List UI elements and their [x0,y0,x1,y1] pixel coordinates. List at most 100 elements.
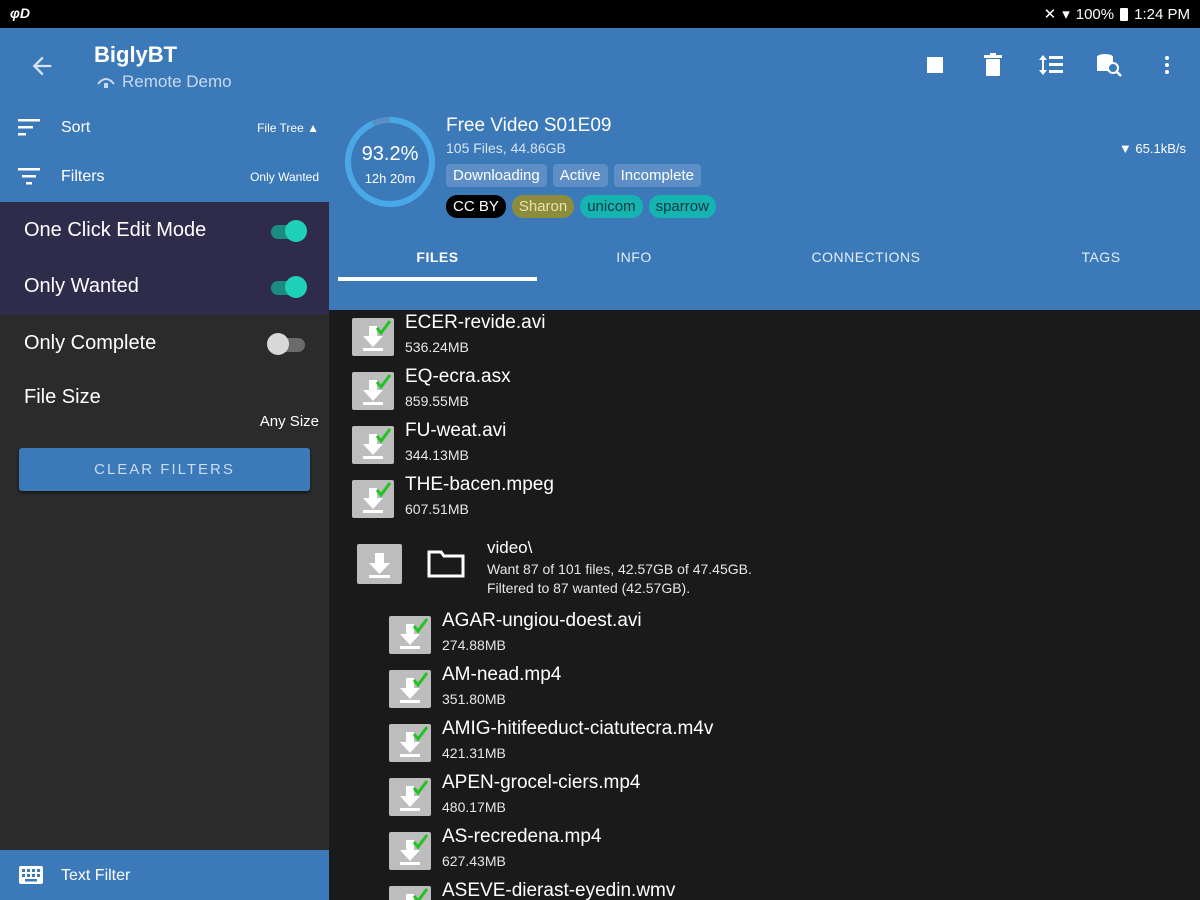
sort-label: Sort [61,119,91,136]
progress-percent: 93.2% [361,143,419,165]
remote-icon [97,78,115,88]
torrent-name: Free Video S01E09 [446,115,612,136]
one-click-edit-label: One Click Edit Mode [24,219,207,241]
file-size-value: Any Size [259,413,319,430]
tab-files[interactable]: FILES [338,249,537,265]
battery-icon [1120,7,1129,21]
download-check-icon [363,374,392,405]
tag-chip-unicom[interactable]: unicom [580,195,643,218]
download-check-icon [400,672,429,703]
back-button[interactable] [28,52,56,80]
wanted-toggle[interactable] [352,372,394,410]
more-options-button[interactable] [1152,50,1182,80]
download-check-icon [400,780,429,811]
file-name: ECER-revide.avi [405,312,546,333]
only-wanted-switch[interactable] [267,275,307,298]
folder-filter-summary: Filtered to 87 wanted (42.57GB). [487,580,691,596]
filters-value: Only Wanted [250,170,319,184]
stop-button[interactable] [920,50,950,80]
only-wanted-label: Only Wanted [24,275,139,297]
only-complete-switch[interactable] [267,332,307,355]
clear-filters-button[interactable]: CLEAR FILTERS [19,448,310,491]
app-subtitle: Remote Demo [96,72,232,92]
file-row[interactable]: APEN-grocel-ciers.mp4 480.17MB [389,770,1169,824]
wifi-icon: ▾ [1062,6,1070,23]
file-size: 274.88MB [442,637,506,653]
one-click-edit-switch[interactable] [267,219,307,242]
more-vert-icon [1165,56,1169,74]
remote-label: Remote Demo [122,72,232,91]
file-size-row[interactable]: File Size Any Size [0,385,329,445]
eta-label: 12h 20m [364,171,416,186]
filters-row[interactable]: Filters Only Wanted [0,152,329,201]
file-row[interactable]: AM-nead.mp4 351.80MB [389,662,1169,716]
file-row[interactable]: AS-recredena.mp4 627.43MB [389,824,1169,878]
tab-connections[interactable]: CONNECTIONS [766,249,966,265]
download-icon [369,553,390,578]
file-name: APEN-grocel-ciers.mp4 [442,772,641,793]
text-filter-label: Text Filter [61,867,131,884]
tag-chip-cc-by[interactable]: CC BY [446,195,506,218]
wanted-toggle[interactable] [389,778,431,816]
status-right: ✕ ▾ 100% 1:24 PM [1044,5,1190,24]
wanted-toggle[interactable] [352,426,394,464]
file-list: ECER-revide.avi 536.24MB EQ-ecra.asx 859… [329,310,1200,900]
folder-wanted-toggle[interactable] [357,544,402,584]
delete-button[interactable] [978,50,1008,80]
wanted-toggle[interactable] [389,886,431,900]
torrent-header: 93.2% 12h 20m Free Video S01E09 105 File… [329,103,1200,310]
wanted-toggle[interactable] [389,724,431,762]
sort-value: File Tree ▲ [257,121,319,135]
file-size: 344.13MB [405,447,469,463]
tag-chip-sparrow[interactable]: sparrow [648,195,716,218]
app-title: BiglyBT [94,42,178,67]
file-name: AGAR-ungiou-doest.avi [442,610,642,631]
tab-tags[interactable]: TAGS [1001,249,1200,265]
active-tab-indicator [338,277,537,281]
status-bar: φD ✕ ▾ 100% 1:24 PM [0,0,1200,28]
file-size: 421.31MB [442,745,506,761]
tab-info[interactable]: INFO [534,249,734,265]
sort-order-button[interactable] [1036,50,1066,80]
battery-percent: 100% [1075,5,1115,23]
only-complete-row: Only Complete [0,315,329,371]
stop-icon [927,57,943,73]
wanted-toggle[interactable] [389,616,431,654]
file-name: AMIG-hitifeeduct-ciatutecra.m4v [442,718,714,739]
file-row[interactable]: AMIG-hitifeeduct-ciatutecra.m4v 421.31MB [389,716,1169,770]
file-row[interactable]: AGAR-ungiou-doest.avi 274.88MB [389,608,1169,662]
wanted-toggle[interactable] [389,832,431,870]
folder-row[interactable]: video\ Want 87 of 101 files, 42.57GB of … [357,536,1177,606]
file-row[interactable]: ASEVE-dierast-eyedin.wmv [389,878,1169,900]
text-filter-bar[interactable]: Text Filter [0,850,329,900]
state-chip: Downloading [446,164,547,187]
app-bar: BiglyBT Remote Demo [0,28,1200,103]
file-row[interactable]: THE-bacen.mpeg 607.51MB [352,472,1172,526]
file-name: AM-nead.mp4 [442,664,562,685]
file-size: 607.51MB [405,501,469,517]
filters-label: Filters [61,168,105,185]
state-chip: Active [552,164,608,187]
wanted-toggle[interactable] [389,670,431,708]
search-db-button[interactable] [1094,50,1124,80]
search-db-icon [1097,54,1122,77]
file-row[interactable]: EQ-ecra.asx 859.55MB [352,364,1172,418]
download-check-icon [400,618,429,649]
file-size-label: File Size [24,386,101,408]
file-name: THE-bacen.mpeg [405,474,554,495]
active-filters-section: One Click Edit Mode Only Wanted [0,202,329,315]
sort-filter-section: Sort File Tree ▲ Filters Only Wanted [0,103,329,202]
wanted-toggle[interactable] [352,318,394,356]
wanted-toggle[interactable] [352,480,394,518]
folder-icon [427,550,465,578]
file-row[interactable]: ECER-revide.avi 536.24MB [352,310,1172,364]
sort-icon [18,119,40,136]
folder-name: video\ [487,538,533,557]
file-row[interactable]: FU-weat.avi 344.13MB [352,418,1172,472]
sort-row[interactable]: Sort File Tree ▲ [0,103,329,152]
download-speed: ▼ 65.1kB/s [1118,141,1186,156]
download-check-icon [363,428,392,459]
tag-chip-sharon[interactable]: Sharon [511,195,575,218]
clock: 1:24 PM [1134,5,1190,23]
file-name: EQ-ecra.asx [405,366,511,387]
